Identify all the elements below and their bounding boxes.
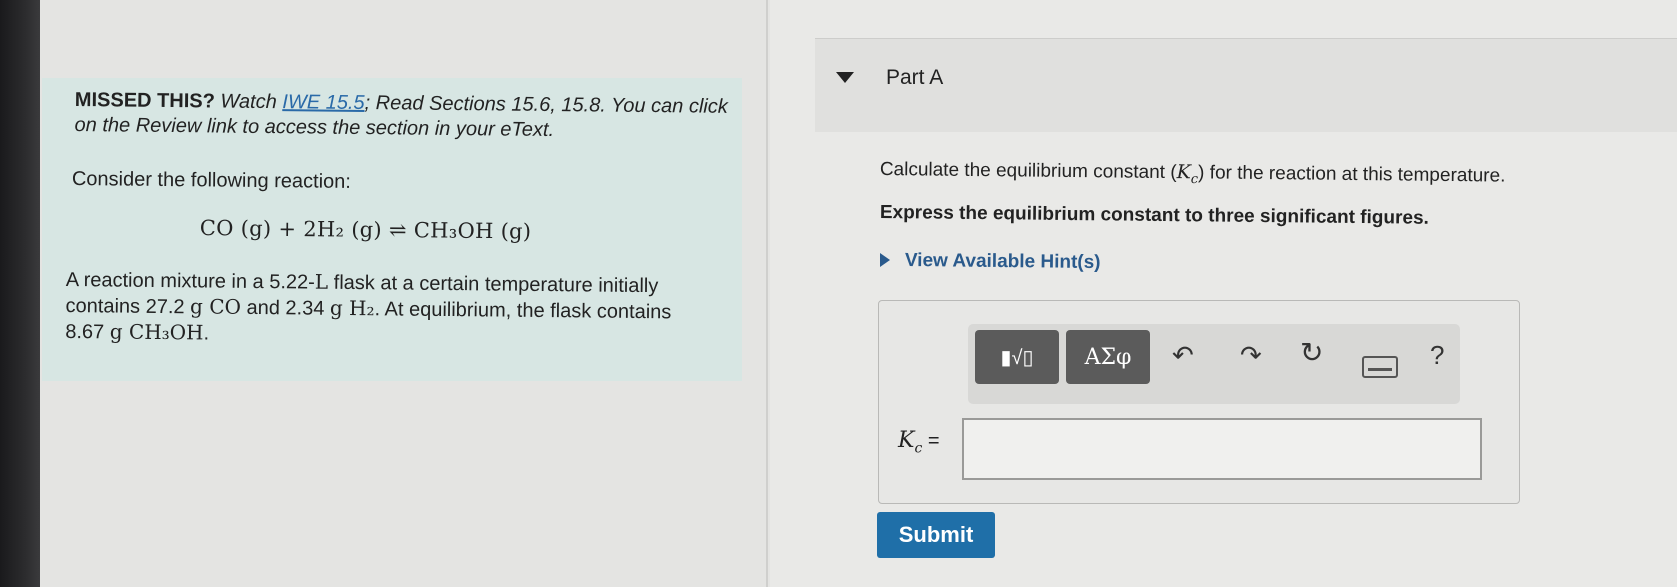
mixture-text: . [203, 322, 210, 345]
kc-input-label: Kc = [898, 428, 940, 456]
kc-symbol: Kc [1176, 161, 1199, 188]
part-a-header[interactable] [815, 38, 1677, 132]
screen-bezel [0, 0, 40, 587]
calc-text: Calculate the equilibrium constant ( [879, 158, 1177, 184]
kc-equals: = [922, 430, 940, 452]
missed-this-label: MISSED THIS? [74, 88, 215, 113]
view-hints-link[interactable]: View Available Hint(s) [905, 250, 1101, 274]
mixture-description: A reaction mixture in a 5.22-L flask at … [65, 267, 706, 352]
consider-text: Consider the following reaction: [71, 168, 352, 193]
part-a-title[interactable]: Part A [886, 66, 943, 90]
mass-h2: g H₂ [329, 295, 375, 321]
mixture-text: and 2.34 [240, 296, 331, 320]
greek-symbols-button[interactable]: ΑΣφ [1066, 330, 1150, 384]
mixture-text: A reaction mixture in a 5.22- [65, 268, 315, 294]
submit-button[interactable]: Submit [877, 512, 995, 558]
reaction-equation: CO (g) + 2H₂ (g) ⇌ CH₃OH (g) [199, 216, 532, 244]
calc-text: ) for the reaction at this temperature. [1198, 162, 1506, 187]
reset-icon[interactable]: ↻ [1300, 336, 1323, 369]
kc-k: K [898, 428, 915, 453]
watch-text: Watch [220, 90, 277, 114]
templates-button[interactable]: ▮√▯ [975, 330, 1059, 384]
mass-ch3oh: g CH₃OH [109, 319, 204, 345]
panel-divider [766, 0, 768, 587]
mass-co: g CO [190, 294, 242, 319]
collapse-arrow-icon[interactable] [836, 72, 854, 83]
undo-icon[interactable]: ↶ [1172, 340, 1194, 371]
help-button[interactable]: ? [1430, 340, 1444, 371]
unit-liter: L [314, 269, 329, 294]
redo-icon[interactable]: ↷ [1240, 340, 1262, 371]
iwe-link[interactable]: IWE 15.5 [282, 91, 364, 114]
missed-this-note: MISSED THIS? Watch IWE 15.5; Read Sectio… [74, 88, 734, 145]
kc-answer-input[interactable] [962, 418, 1482, 480]
keyboard-icon[interactable] [1362, 356, 1398, 378]
expand-triangle-icon[interactable] [880, 253, 890, 267]
